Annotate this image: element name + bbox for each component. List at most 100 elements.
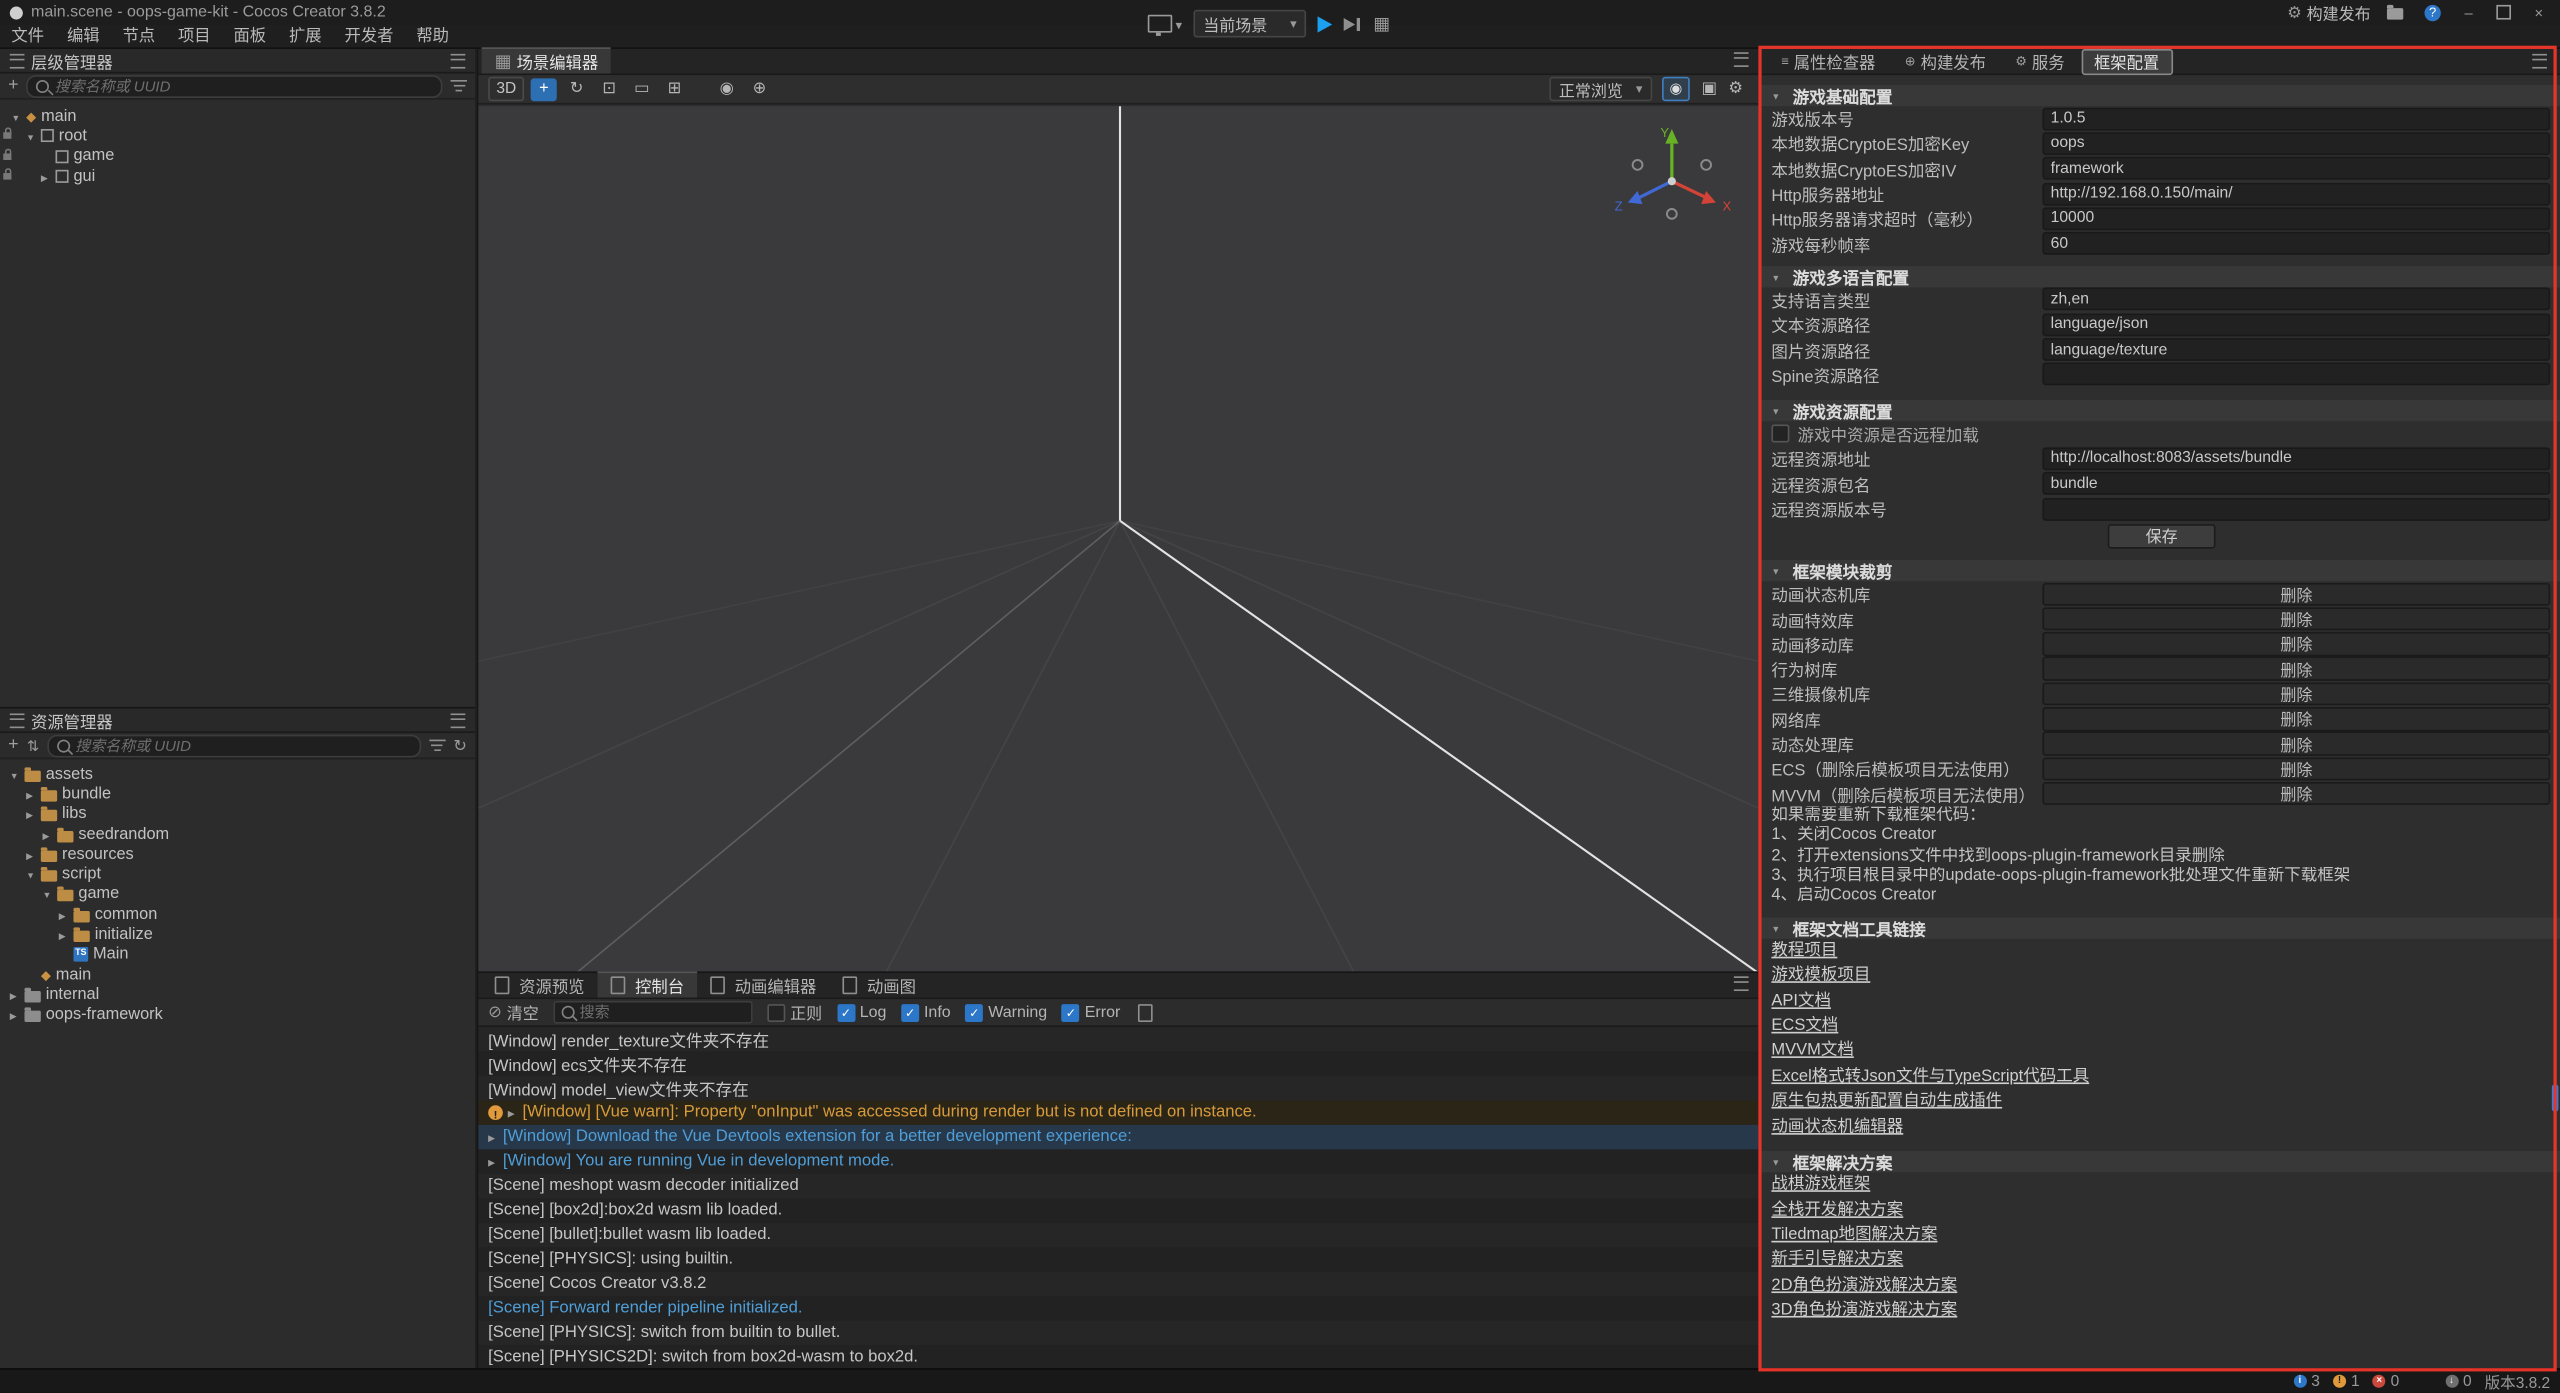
image-res-path-input[interactable] [2042,338,2550,361]
filter-error-checkbox[interactable]: Error [1062,1003,1120,1021]
delete-module-button[interactable]: 删除 [2042,732,2550,756]
tab-console[interactable]: 控制台 [598,971,698,997]
link-ecs-docs[interactable]: ECS文档 [1771,1014,1838,1039]
scene-settings-gear-icon[interactable]: ⚙ [1722,78,1748,101]
delete-module-button[interactable]: 删除 [2042,757,2550,781]
tab-animation-graph[interactable]: 动画图 [829,973,929,997]
remote-bundle-input[interactable] [2042,472,2550,495]
create-node-button[interactable]: + [8,77,19,95]
lock-icon[interactable] [3,173,11,180]
pivot-toggle[interactable]: ◉ [714,78,740,101]
log-row-info[interactable]: [Window] You are running Vue in developm… [478,1149,1758,1173]
asset-node-resources[interactable]: resources [0,844,475,864]
step-button[interactable] [1344,17,1355,30]
link-tiledmap-solution[interactable]: Tiledmap地图解决方案 [1771,1223,1937,1248]
fps-input[interactable] [2042,232,2550,255]
expand-arrow-icon[interactable] [488,1128,503,1146]
game-version-input[interactable] [2042,107,2550,130]
menu-project[interactable]: 项目 [167,24,223,48]
asset-node-main-scene[interactable]: main [0,965,475,985]
tab-framework-config[interactable]: 框架配置 [2081,49,2172,74]
tree-node-root[interactable]: root [0,126,475,146]
clear-console-button[interactable]: 清空 [488,1001,539,1024]
delete-module-button[interactable]: 删除 [2042,657,2550,681]
asset-node-oops-framework[interactable]: oops-framework [0,1005,475,1025]
log-row[interactable]: [Window] model_view文件夹不存在 [478,1076,1758,1100]
filter-icon[interactable] [451,79,467,92]
error-count-badge[interactable]: 0 [2373,1372,2400,1390]
link-chess-framework[interactable]: 战棋游戏框架 [1771,1172,1870,1197]
section-doc-links[interactable]: 框架文档工具链接 [1762,917,2560,938]
log-row[interactable]: [Scene] [PHYSICS]: switch from builtin t… [478,1321,1758,1345]
menu-extension[interactable]: 扩展 [278,24,334,48]
asset-node-main-ts[interactable]: Main [0,945,475,965]
regex-checkbox[interactable]: 正则 [767,1001,822,1024]
link-3drpg-solution[interactable]: 3D角色扮演游戏解决方案 [1771,1298,1957,1323]
delete-module-button[interactable]: 删除 [2042,682,2550,706]
link-2drpg-solution[interactable]: 2D角色扮演游戏解决方案 [1771,1273,1957,1298]
asset-node-common[interactable]: common [0,905,475,925]
filter-info-checkbox[interactable]: Info [901,1003,951,1021]
filter-log-checkbox[interactable]: Log [837,1003,887,1021]
tab-animation-editor[interactable]: 动画编辑器 [697,973,829,997]
sort-icon[interactable] [27,736,39,756]
task-count-badge[interactable]: 0 [2445,1372,2472,1390]
expand-arrow-icon[interactable] [41,167,56,185]
log-row-info[interactable]: [Scene] Forward render pipeline initiali… [478,1296,1758,1320]
expand-arrow-icon[interactable] [42,825,57,843]
warning-count-badge[interactable]: 1 [2333,1372,2360,1390]
delete-module-button[interactable]: 删除 [2042,707,2550,731]
tab-property-inspector[interactable]: ≡ 属性检查器 [1768,49,1888,74]
log-row-info[interactable]: [Window] Download the Vue Devtools exten… [478,1125,1758,1149]
menu-developer[interactable]: 开发者 [333,24,405,48]
log-row[interactable]: [Scene] [PHYSICS]: using builtin. [478,1247,1758,1271]
expand-arrow-icon[interactable] [10,1006,25,1024]
expand-arrow-icon[interactable] [508,1104,523,1122]
delete-module-button[interactable]: 删除 [2042,582,2550,606]
expand-arrow-icon[interactable] [26,785,41,803]
link-template-project[interactable]: 游戏模板项目 [1771,964,1870,989]
menu-help[interactable]: 帮助 [405,24,461,48]
minimize-button[interactable]: – [2457,4,2480,20]
panel-menu-icon[interactable] [1734,52,1749,67]
delete-module-button[interactable]: 删除 [2042,632,2550,656]
panel-menu-icon[interactable] [451,713,466,728]
asset-node-bundle[interactable]: bundle [0,784,475,804]
scrollbar-thumb[interactable] [2552,1084,2559,1112]
delete-module-button[interactable]: 删除 [2042,782,2550,806]
play-button[interactable] [1318,16,1333,32]
section-language-config[interactable]: 游戏多语言配置 [1762,266,2560,287]
log-row[interactable]: [Scene] [bullet]:bullet wasm lib loaded. [478,1223,1758,1247]
asset-node-script[interactable]: script [0,864,475,884]
http-server-input[interactable] [2042,182,2550,205]
crypto-iv-input[interactable] [2042,157,2550,180]
expand-arrow-icon[interactable] [488,1153,503,1171]
filter-icon[interactable] [429,739,445,752]
panel-menu-icon[interactable] [2532,54,2547,69]
rotate-tool[interactable]: ↻ [564,78,590,101]
link-animator-editor[interactable]: 动画状态机编辑器 [1771,1115,1903,1140]
crypto-key-input[interactable] [2042,132,2550,155]
filter-warning-checkbox[interactable]: Warning [965,1003,1047,1021]
asset-node-internal[interactable]: internal [0,985,475,1005]
log-row[interactable]: [Scene] [PHYSICS2D]: switch from box2d-w… [478,1345,1758,1369]
asset-node-libs[interactable]: libs [0,804,475,824]
checkbox-off-icon[interactable] [1771,425,1789,443]
mode-3d-toggle[interactable]: 3D [488,77,524,101]
panel-menu-icon[interactable] [1734,976,1749,991]
link-mvvm-docs[interactable]: MVVM文档 [1771,1039,1853,1064]
tree-node-game[interactable]: game [0,146,475,166]
section-solutions[interactable]: 框架解决方案 [1762,1151,2560,1172]
hierarchy-search-input[interactable] [55,78,433,94]
help-icon[interactable] [2424,4,2440,20]
asset-node-initialize[interactable]: initialize [0,925,475,945]
link-excel-tool[interactable]: Excel格式转Json文件与TypeScript代码工具 [1771,1064,2089,1089]
view-gizmo[interactable]: Y X Z [1602,116,1742,237]
collapse-arrow-icon[interactable] [11,107,26,125]
link-fullstack-solution[interactable]: 全栈开发解决方案 [1771,1198,1903,1223]
link-api-docs[interactable]: API文档 [1771,989,1831,1014]
log-row[interactable]: [Window] render_texture文件夹不存在 [478,1027,1758,1051]
asset-node-assets[interactable]: assets [0,764,475,784]
section-module-trim[interactable]: 框架模块裁剪 [1762,560,2560,581]
remote-load-checkbox-row[interactable]: 游戏中资源是否远程加载 [1762,421,2560,446]
